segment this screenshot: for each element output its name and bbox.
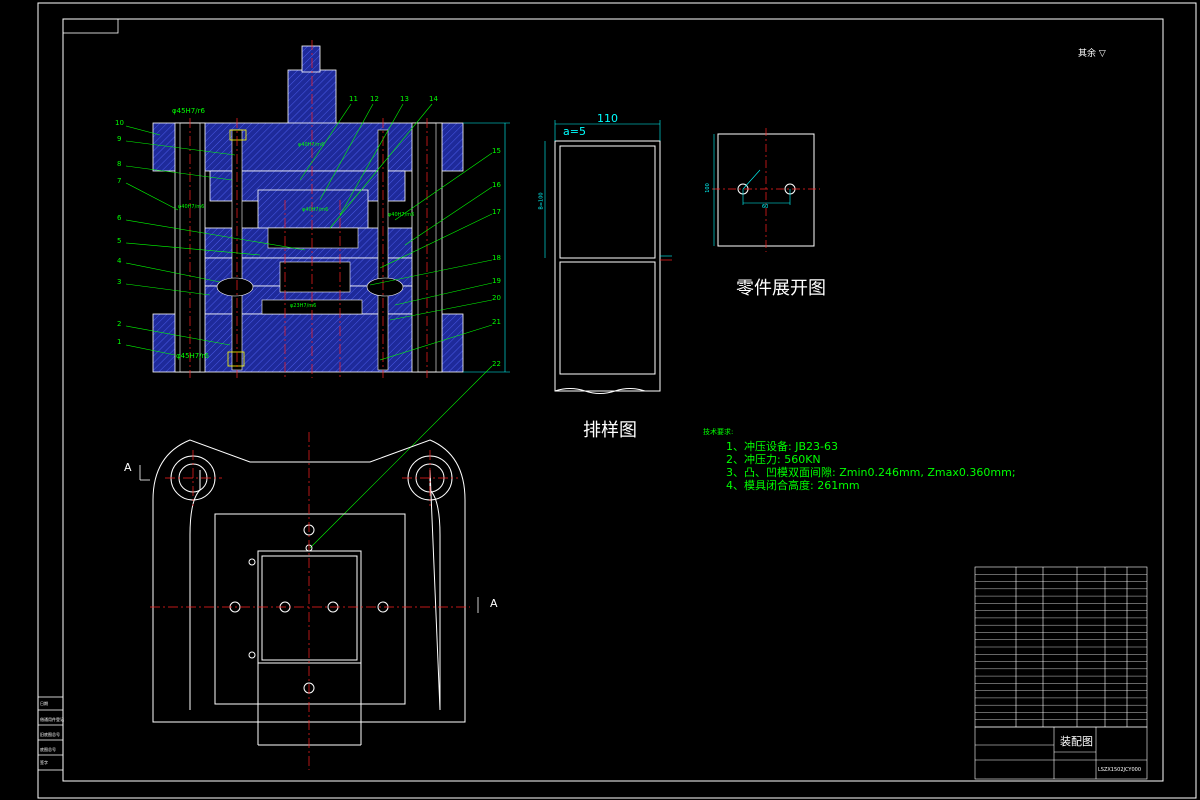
blank-side-dim: 100: [704, 183, 711, 193]
fit-label-bottom: φ45H7/r6: [176, 352, 209, 360]
blank-hole-dim: 60: [762, 204, 769, 210]
part-number-7: 7: [117, 177, 122, 185]
part-number-3: 3: [117, 278, 122, 286]
part-number-19: 19: [492, 277, 501, 285]
fit-label-5: φ23H7/m6: [290, 303, 317, 309]
surface-roughness-mark: 其余 ▽: [1078, 49, 1106, 59]
blank-centerlines: [712, 128, 820, 252]
fit-label-2: φ40H7/m6: [298, 142, 325, 148]
section-label-left: A: [124, 461, 132, 474]
strip-side-dim: B=100: [538, 192, 545, 210]
fit-label-4: φ40H7/m6: [388, 212, 415, 218]
blank-title: 零件展开图: [736, 278, 826, 299]
part-number-22: 22: [492, 360, 501, 368]
part-number-4: 4: [117, 257, 122, 265]
fit-label-3: φ40H7/m6: [302, 207, 329, 213]
part-number-6: 6: [117, 214, 122, 222]
surface-mark-label: 其余: [1078, 49, 1097, 59]
part-number-15: 15: [492, 147, 501, 155]
strip-width-dim: 110: [597, 112, 618, 125]
strip-layout-title: 排样图: [583, 420, 637, 441]
part-number-9: 9: [117, 135, 122, 143]
plan-centerlines: [150, 432, 470, 770]
part-number-18: 18: [492, 254, 501, 262]
part-number-20: 20: [492, 294, 501, 302]
part-number-1: 1: [117, 338, 122, 346]
part-number-12: 12: [370, 95, 379, 103]
strip-gap-dim: a=5: [563, 125, 586, 138]
top-left-box: [62, 18, 119, 34]
fit-label-top: φ45H7/r6: [172, 107, 205, 115]
title-block-drawing-no: LSZX1502JCY000: [1098, 767, 1142, 773]
title-block-rows: [975, 574, 1147, 720]
part-number-16: 16: [492, 181, 501, 189]
part-number-17: 17: [492, 208, 501, 216]
part-number-13: 13: [400, 95, 409, 103]
part-number-8: 8: [117, 160, 122, 168]
section-label-right: A: [490, 597, 498, 610]
part-number-10: 10: [115, 119, 124, 127]
part-number-21: 21: [492, 318, 501, 326]
strip-layout: [554, 140, 661, 394]
part-number-14: 14: [429, 95, 438, 103]
plan-view: [152, 439, 466, 746]
stamp-label-4: 签字: [40, 760, 48, 765]
part-number-5: 5: [117, 237, 122, 245]
requirements-heading: 技术要求:: [703, 428, 734, 436]
part-number-2: 2: [117, 320, 122, 328]
part-number-11: 11: [349, 95, 358, 103]
section-view: [152, 40, 510, 378]
title-block-name: 装配图: [1060, 735, 1093, 748]
blank-dims: [713, 134, 791, 246]
stamp-label-5: 日期: [40, 701, 48, 706]
requirement-4: 4、模具闭合高度: 261mm: [726, 479, 860, 492]
fit-label-1: φ40H7/m6: [178, 204, 205, 210]
stamp-label-1: 借通用件登记: [40, 717, 64, 722]
stamp-label-3: 底图总号: [40, 747, 56, 752]
stamp-label-2: 旧底图总号: [40, 732, 60, 737]
